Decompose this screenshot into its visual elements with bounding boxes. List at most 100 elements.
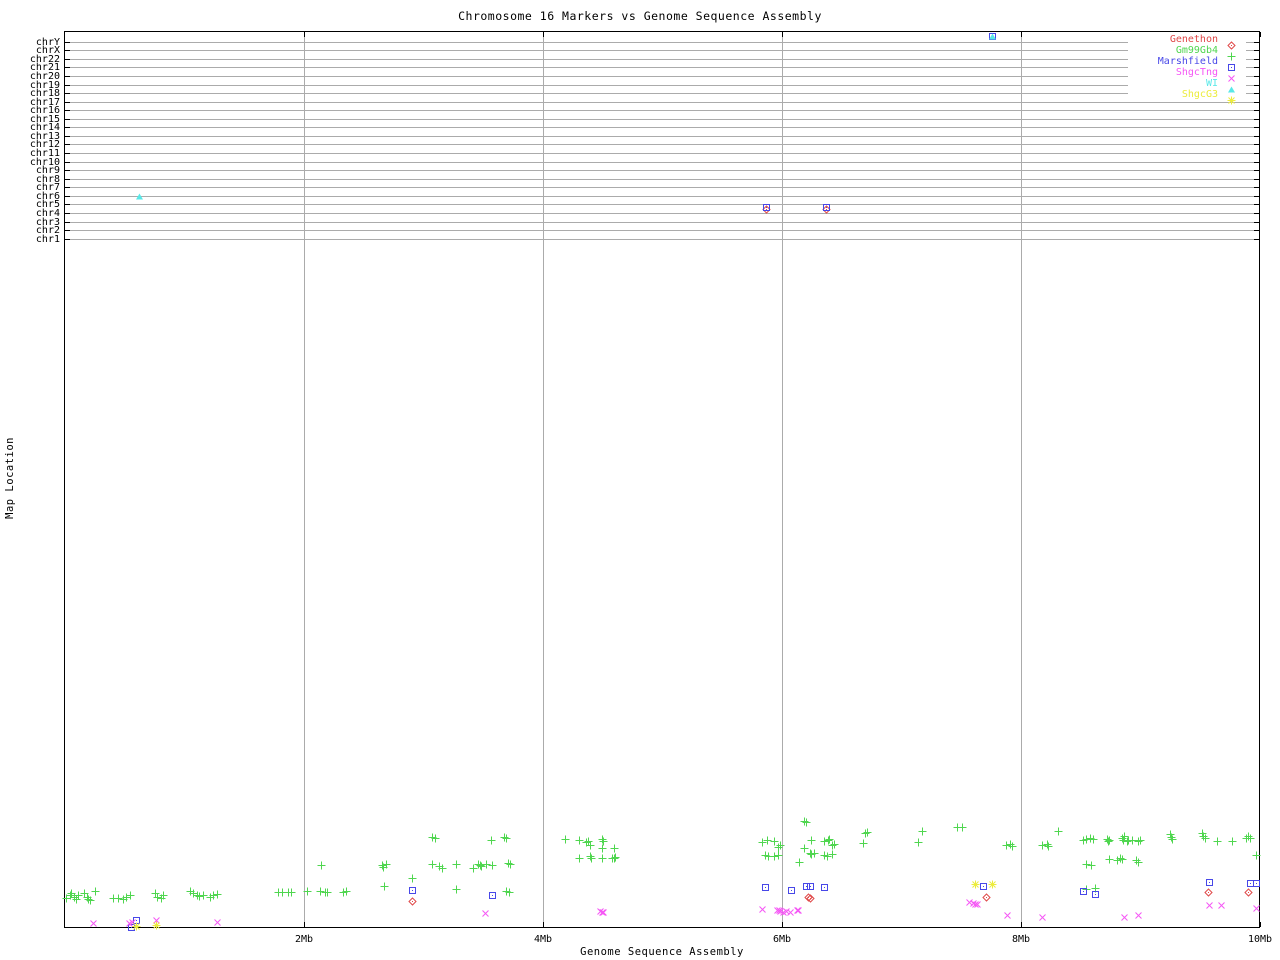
legend-label-genethon: Genethon [1169,34,1218,45]
marker-gm99gb4 [1118,855,1127,864]
marker-gm99gb4 [561,835,570,844]
marker-shgcg3 [971,880,980,889]
gridline-chr14 [65,127,1259,128]
ytick-left-chr22 [65,59,70,60]
xtick-label-8Mb: 8Mb [1011,934,1031,945]
gridline-chr20 [65,76,1259,77]
ytick-right-chr3 [1254,222,1259,223]
legend-marker-square-icon [1227,57,1236,71]
xtick-bottom-4Mb [543,922,544,927]
xtick-top-10Mb [1260,32,1261,37]
marker-shgctng [1120,913,1129,922]
xtick-top-4Mb [543,32,544,37]
marker-marshfield [408,886,417,895]
marker-gm99gb4 [1252,851,1261,860]
marker-gm99gb4 [828,850,837,859]
ytick-left-chr8 [65,179,70,180]
ytick-left-chr12 [65,144,70,145]
xtick-top-6Mb [782,32,783,37]
marker-marshfield [1252,879,1261,888]
gridline-chr16 [65,110,1259,111]
ytick-left-chr14 [65,127,70,128]
ytick-left-chr20 [65,76,70,77]
gridline-chr22 [65,59,1259,60]
legend-marker-plus-icon [1227,46,1236,61]
marker-shgctng [973,900,982,909]
ytick-left-chr3 [65,222,70,223]
legend-marker-star-icon [1227,90,1236,105]
legend-label-shgcg3: ShgcG3 [1181,89,1218,100]
marker-gm99gb4 [1168,835,1177,844]
ytick-right-chr7 [1254,187,1259,188]
marker-shgctng [794,906,803,915]
marker-gm99gb4 [323,888,332,897]
marker-gm99gb4 [1213,837,1222,846]
ytick-right-chr1 [1254,239,1259,240]
marker-gm99gb4 [795,858,804,867]
marker-marshfield [822,203,831,212]
ytick-right-chr14 [1254,127,1259,128]
marker-gm99gb4 [1136,836,1145,845]
marker-gm99gb4 [126,891,135,900]
ytick-left-chr13 [65,136,70,137]
marker-gm99gb4 [431,834,440,843]
marker-gm99gb4 [1087,861,1096,870]
ytick-right-chrX [1254,50,1259,51]
marker-shgctng [599,908,608,917]
marker-gm99gb4 [159,891,168,900]
ytick-left-chr10 [65,162,70,163]
gridline-chr7 [65,187,1259,188]
marker-gm99gb4 [598,854,607,863]
gridline-chr12 [65,144,1259,145]
gridline-2Mb [304,32,305,927]
gridline-8Mb [1021,32,1022,927]
gridline-chr18 [65,93,1259,94]
ytick-left-chr18 [65,93,70,94]
ytick-right-chr2 [1254,230,1259,231]
ytick-right-chr20 [1254,76,1259,77]
marker-marshfield [787,886,796,895]
marker-gm99gb4 [382,860,391,869]
ytick-left-chr2 [65,230,70,231]
marker-gm99gb4 [863,828,872,837]
ytick-left-chr11 [65,153,70,154]
marker-gm99gb4 [1105,836,1114,845]
ytick-right-chr18 [1254,93,1259,94]
ytick-right-chr4 [1254,213,1259,214]
ytick-right-chr19 [1254,85,1259,86]
ytick-right-chr22 [1254,59,1259,60]
ytick-left-chr21 [65,67,70,68]
legend-row-marshfield: Marshfield [1128,56,1246,71]
gridline-chrY [65,42,1259,43]
ytick-right-chr17 [1254,102,1259,103]
marker-gm99gb4 [303,887,312,896]
gridline-6Mb [782,32,783,927]
marker-gm99gb4 [287,888,296,897]
marker-gm99gb4 [342,887,351,896]
ytick-right-chr15 [1254,119,1259,120]
ytick-right-chrY [1254,42,1259,43]
gridline-chr1 [65,239,1259,240]
ytick-right-chr12 [1254,144,1259,145]
marker-gm99gb4 [502,834,511,843]
gridline-chrX [65,50,1259,51]
marker-marshfield [1091,890,1100,899]
marker-gm99gb4 [610,844,619,853]
ytick-left-chr16 [65,110,70,111]
marker-shgctng [1038,913,1047,922]
x-axis-label: Genome Sequence Assembly [580,946,744,958]
xtick-label-2Mb: 2Mb [294,934,314,945]
ytick-left-chr1 [65,239,70,240]
gridline-chr17 [65,102,1259,103]
ytick-right-chr6 [1254,196,1259,197]
marker-genethon [1243,887,1253,897]
gridline-chr11 [65,153,1259,154]
marker-marshfield [1205,878,1214,887]
ytick-left-chrX [65,50,70,51]
legend-row-shgctng: ShgcTng [1128,67,1246,82]
legend-row-genethon: Genethon [1128,34,1246,50]
legend-label-wi: WI [1205,78,1218,89]
legend-row-wi: WI [1128,78,1246,93]
marker-shgctng [1252,904,1261,913]
legend-label-marshfield: Marshfield [1157,56,1218,67]
